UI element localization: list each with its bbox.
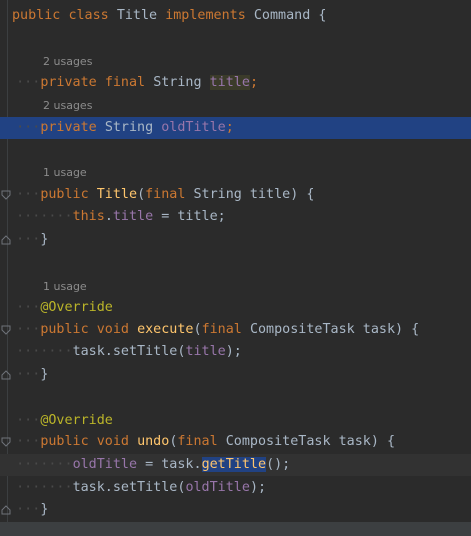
field-name: oldTitle <box>72 457 138 472</box>
keyword: void <box>96 322 129 337</box>
code-line-field-title[interactable]: ···private final String title; <box>0 72 471 94</box>
horizontal-scrollbar[interactable] <box>0 522 471 536</box>
code-line-annotation[interactable]: ···@Override <box>0 410 471 432</box>
field-name: title <box>209 75 250 90</box>
keyword: void <box>96 434 129 449</box>
field-name: title <box>185 344 226 359</box>
code-line-oldtitle-assign[interactable]: ·······oldTitle = task.getTitle(); <box>0 454 471 476</box>
usages-hint[interactable]: 1 usage <box>0 162 471 184</box>
fold-end-icon[interactable] <box>1 235 11 245</box>
code-line-execute-decl[interactable]: ···public void execute(final CompositeTa… <box>0 319 471 341</box>
keyword: final <box>104 75 146 90</box>
fold-end-icon[interactable] <box>1 505 11 515</box>
code-editor[interactable]: public class Title implements Command { … <box>0 0 471 536</box>
keyword: public <box>40 187 89 202</box>
field-name: title <box>112 209 154 224</box>
code-line-annotation[interactable]: ···@Override <box>0 297 471 319</box>
code-line-settitle-old[interactable]: ·······task.setTitle(oldTitle); <box>0 477 471 499</box>
keyword: final <box>145 187 186 202</box>
code-line-class-decl[interactable]: public class Title implements Command { <box>0 5 471 27</box>
semicolon: ; <box>225 120 234 135</box>
keyword: this <box>72 209 105 224</box>
code-line-undo-decl[interactable]: ···public void undo(final CompositeTask … <box>0 431 471 453</box>
code-line-field-oldtitle[interactable]: ···private String oldTitle; <box>0 117 471 139</box>
type-name: String <box>153 75 202 90</box>
keyword: final <box>177 434 218 449</box>
field-name: oldTitle <box>161 120 226 135</box>
type-name: String <box>104 120 154 135</box>
keyword: implements <box>165 8 246 23</box>
code-line-close-brace[interactable]: ···} <box>0 499 471 521</box>
brace: { <box>318 8 327 23</box>
usages-hint[interactable]: 2 usages <box>0 95 471 117</box>
keyword: private <box>40 120 97 135</box>
code-line-close-brace[interactable]: ···} <box>0 364 471 386</box>
code-line-close-brace[interactable]: ···} <box>0 229 471 251</box>
semicolon: ; <box>249 75 258 90</box>
method-name: Title <box>96 187 138 202</box>
class-name: Title <box>116 8 158 23</box>
params: String title) { <box>193 187 315 202</box>
keyword: class <box>68 8 109 23</box>
params: CompositeTask task) { <box>249 322 420 337</box>
keyword: public <box>12 8 61 23</box>
keyword: final <box>201 322 242 337</box>
annotation: @Override <box>40 300 113 315</box>
code-line-constructor[interactable]: ···public Title(final String title) { <box>0 184 471 206</box>
fold-end-icon[interactable] <box>1 370 11 380</box>
params: CompositeTask task) { <box>225 434 396 449</box>
usages-hint[interactable]: 2 usages <box>0 51 471 73</box>
code-line-assign-title[interactable]: ·······this.title = title; <box>0 206 471 228</box>
method-name: execute <box>137 322 194 337</box>
fold-start-icon[interactable] <box>1 190 11 200</box>
keyword: public <box>40 322 89 337</box>
method-call: getTitle <box>201 457 267 472</box>
keyword: public <box>40 434 89 449</box>
annotation: @Override <box>40 413 113 428</box>
fold-start-icon[interactable] <box>1 437 11 447</box>
fold-start-icon[interactable] <box>1 325 11 335</box>
field-name: oldTitle <box>185 480 250 495</box>
interface-name: Command <box>253 8 311 23</box>
code-line-settitle[interactable]: ·······task.setTitle(title); <box>0 341 471 363</box>
keyword: private <box>40 75 97 90</box>
method-name: undo <box>137 434 170 449</box>
usages-hint[interactable]: 1 usage <box>0 276 471 298</box>
